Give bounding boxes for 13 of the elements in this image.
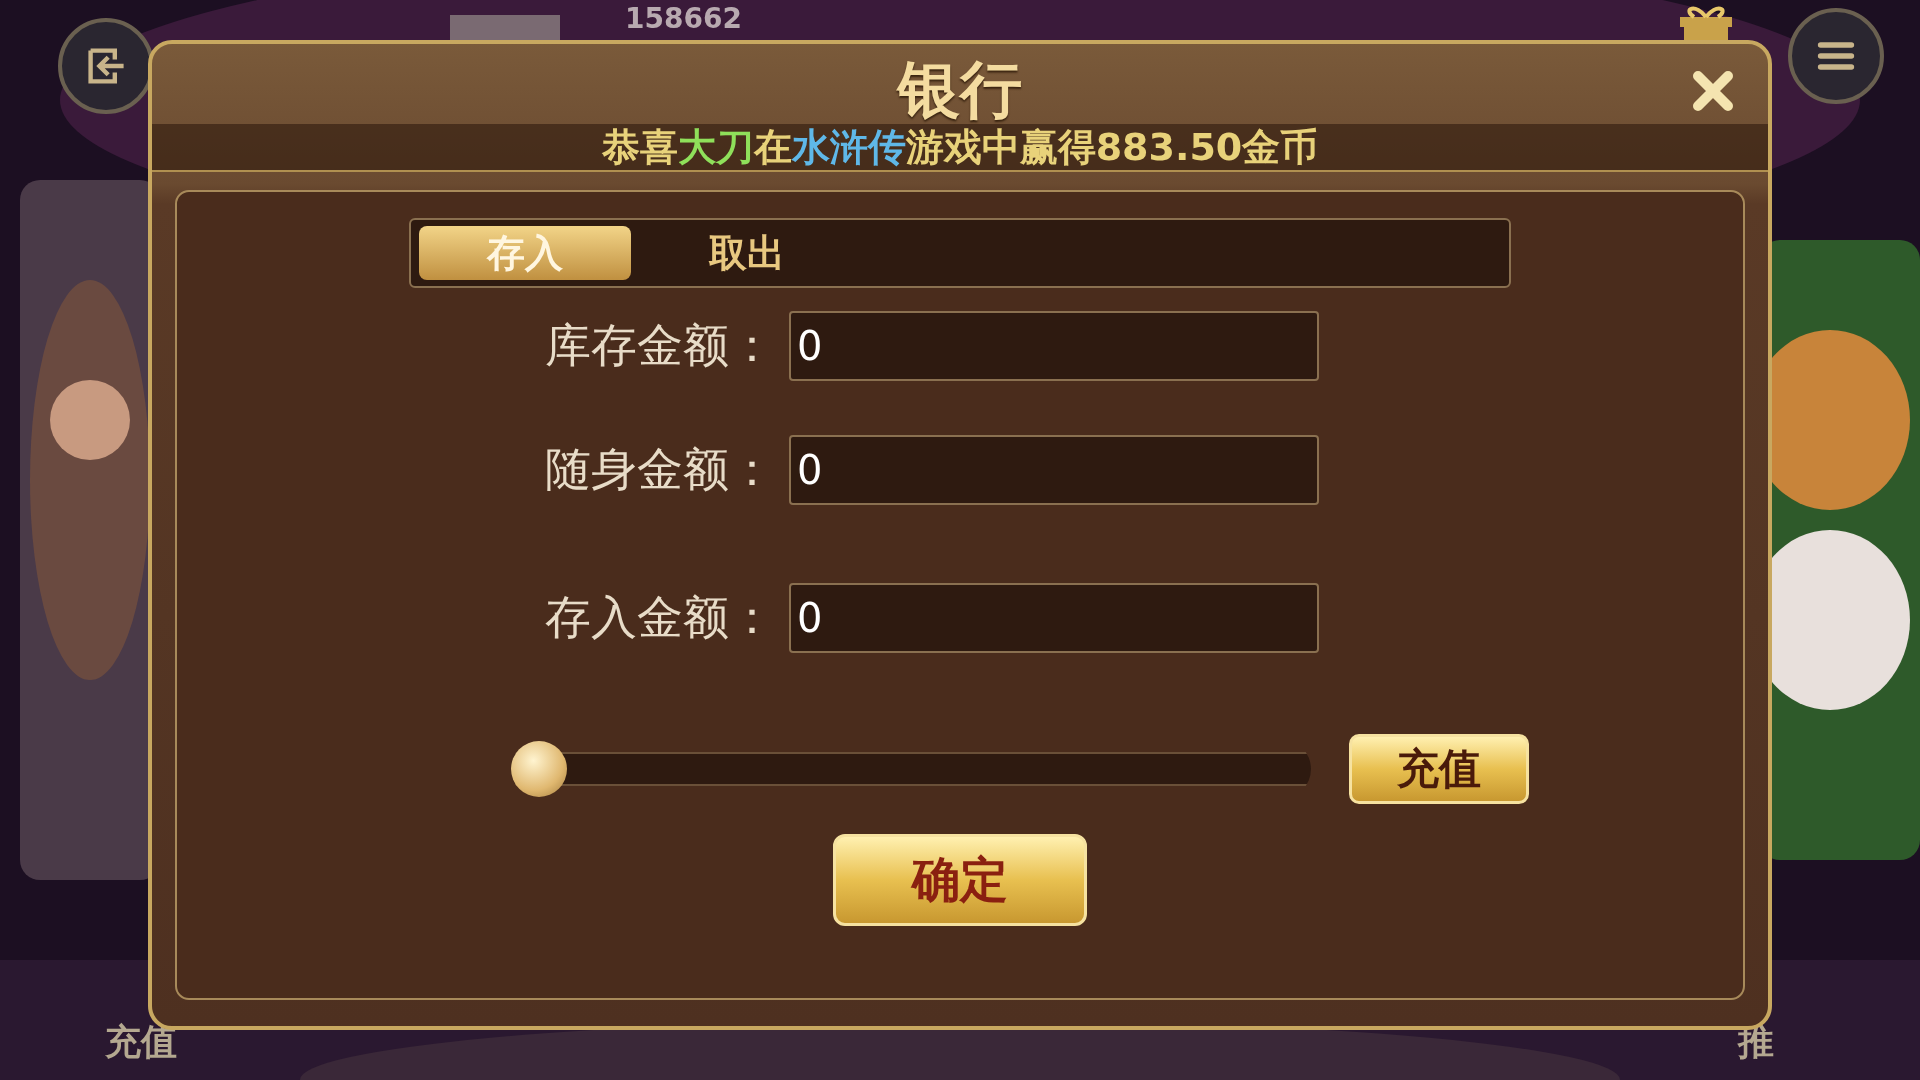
amount-field[interactable]: 0 xyxy=(789,583,1319,653)
confirm-button[interactable]: 确定 xyxy=(833,834,1087,926)
amount-field[interactable]: 0 xyxy=(789,435,1319,505)
field-label: 随身金额： xyxy=(544,441,775,498)
recharge-button[interactable]: 充值 xyxy=(1349,734,1529,804)
score-text: 158662 xyxy=(625,2,742,35)
field-label: 存入金额： xyxy=(544,589,775,646)
recharge-label[interactable]: 充值 xyxy=(105,1018,177,1067)
slider-thumb[interactable] xyxy=(511,741,567,797)
amount-field[interactable]: 0 xyxy=(789,311,1319,381)
winner-announcement: 恭喜大刀在水浒传游戏中赢得883.50金币 xyxy=(152,124,1768,172)
tab[interactable]: 取出 xyxy=(641,226,853,280)
field-label: 库存金额： xyxy=(544,317,775,374)
